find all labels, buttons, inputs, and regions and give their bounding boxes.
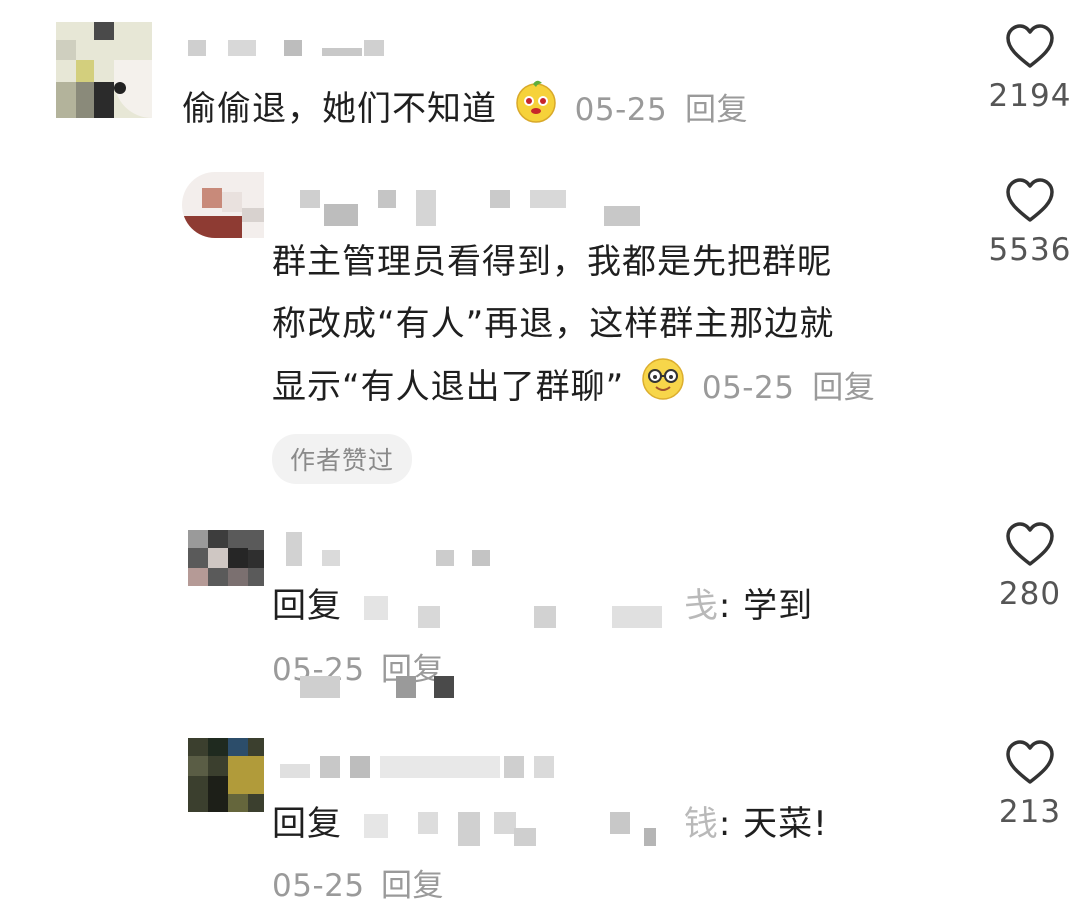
reply-button[interactable]: 回复 [812, 370, 875, 406]
comment-text-line: 回复 钱: 天菜! [272, 794, 828, 854]
reply-target-blurred[interactable] [354, 806, 684, 846]
reply-prefix: 回复 [272, 586, 342, 626]
comment-date: 05-25 [272, 868, 365, 904]
comment-text-line: 称改成“有人”再退，这样群主那边就 [272, 304, 835, 344]
username-blurred[interactable] [286, 532, 506, 568]
reply-button[interactable]: 回复 [685, 92, 748, 128]
comment-text-line: 偷偷退，她们不知道 05-25 回复 [182, 78, 748, 143]
heart-outline-icon[interactable] [980, 24, 1080, 70]
like-button[interactable]: 2194 [980, 24, 1080, 114]
avatar[interactable] [182, 172, 264, 238]
like-button[interactable]: 280 [980, 522, 1080, 612]
comment-text: 天菜! [743, 804, 828, 844]
blur-overlay [396, 676, 416, 698]
reply-target-blurred[interactable] [354, 588, 684, 628]
comment-date: 05-25 [701, 370, 795, 406]
like-count: 280 [998, 576, 1062, 612]
like-count: 5536 [988, 232, 1072, 268]
username-blurred[interactable] [280, 752, 580, 780]
reply-button[interactable]: 回复 [381, 868, 444, 904]
comment-text-line: 群主管理员看得到，我都是先把群昵 [272, 242, 832, 282]
orange-face-emoji [513, 78, 559, 143]
avatar[interactable] [56, 22, 152, 118]
glasses-face-emoji [640, 356, 686, 421]
like-button[interactable]: 5536 [980, 178, 1080, 268]
avatar[interactable] [188, 530, 264, 586]
comment-text-line: 显示“有人退出了群聊” 05-25 回复 [272, 356, 875, 421]
reply-separator: : [718, 804, 732, 844]
heart-outline-icon[interactable] [980, 178, 1080, 224]
blur-overlay [300, 676, 340, 698]
blur-overlay [434, 676, 454, 698]
author-liked-badge: 作者赞过 [272, 434, 413, 484]
reply-target-partial[interactable]: 戋 [684, 586, 719, 626]
comment-date: 05-25 [574, 92, 668, 128]
username-blurred[interactable] [300, 190, 650, 230]
username-blurred[interactable] [188, 40, 398, 56]
comment-text: 偷偷退，她们不知道 [182, 89, 497, 129]
reply-prefix: 回复 [272, 804, 342, 844]
comment-meta: 05-25 回复 [272, 856, 444, 916]
reply-separator: : [718, 586, 732, 626]
heart-outline-icon[interactable] [980, 740, 1080, 786]
heart-outline-icon[interactable] [980, 522, 1080, 568]
like-count: 2194 [988, 78, 1072, 114]
reply-target-partial[interactable]: 钱 [684, 804, 719, 844]
avatar[interactable] [188, 738, 264, 812]
comment-text: 学到 [743, 586, 814, 626]
like-count: 213 [998, 794, 1062, 830]
like-button[interactable]: 213 [980, 740, 1080, 830]
comment-meta: 05-25 回复 [272, 640, 444, 700]
comment-text-line: 回复 戋: 学到 [272, 576, 813, 636]
comment-text: 显示“有人退出了群聊” [272, 367, 625, 407]
